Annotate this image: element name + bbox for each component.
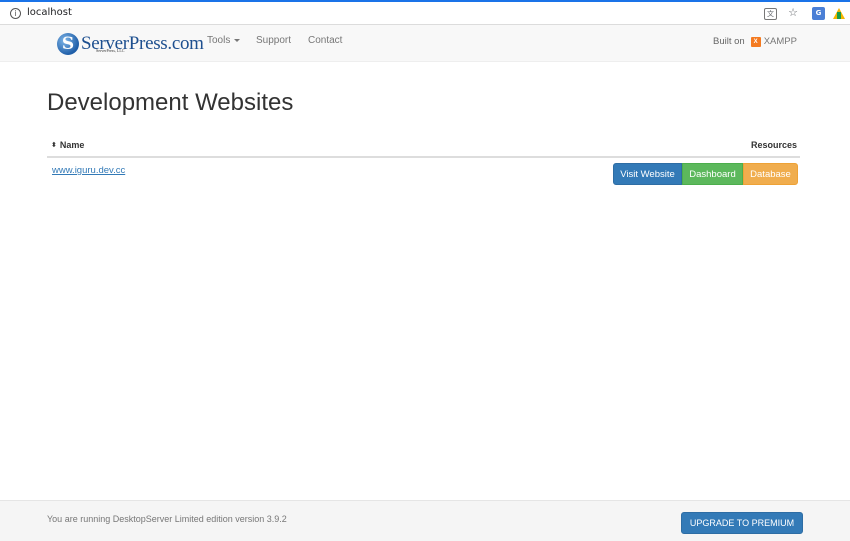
nav-tools-label: Tools bbox=[207, 35, 231, 46]
visit-website-button[interactable]: Visit Website bbox=[613, 163, 682, 185]
google-drive-icon[interactable] bbox=[833, 8, 845, 19]
table-header: ⬍ Name Resources bbox=[47, 136, 800, 158]
database-button[interactable]: Database bbox=[743, 163, 798, 185]
nav-support-link[interactable]: Support bbox=[256, 35, 291, 46]
built-on-label: Built on bbox=[713, 36, 745, 47]
info-icon[interactable]: i bbox=[10, 8, 21, 19]
google-translate-extension-icon[interactable]: G bbox=[812, 7, 825, 20]
page-title: Development Websites bbox=[47, 89, 294, 116]
site-link[interactable]: www.iguru.dev.cc bbox=[52, 165, 125, 176]
address-url[interactable]: localhost bbox=[27, 7, 72, 18]
navbar: S ServerPress.com ServerPress, LLC Tools… bbox=[0, 25, 850, 62]
column-header-resources: Resources bbox=[750, 140, 797, 150]
sort-icon: ⬍ bbox=[51, 141, 57, 149]
version-text: You are running DesktopServer Limited ed… bbox=[47, 514, 287, 524]
browser-address-bar: i localhost 文 ☆ G bbox=[0, 0, 850, 25]
nav-contact-link[interactable]: Contact bbox=[308, 35, 342, 46]
dashboard-button[interactable]: Dashboard bbox=[682, 163, 743, 185]
platform-name: XAMPP bbox=[763, 36, 797, 47]
caret-down-icon bbox=[234, 38, 241, 42]
serverpress-logo[interactable]: S ServerPress.com bbox=[57, 30, 204, 58]
star-icon[interactable]: ☆ bbox=[786, 6, 800, 20]
serverpress-logo-icon: S bbox=[57, 33, 79, 55]
footer: You are running DesktopServer Limited ed… bbox=[0, 500, 850, 541]
logo-subtext: ServerPress, LLC bbox=[96, 48, 125, 53]
resource-button-group: Visit Website Dashboard Database bbox=[613, 163, 798, 185]
column-header-name-label: Name bbox=[59, 140, 85, 150]
column-header-name[interactable]: ⬍ Name bbox=[51, 140, 84, 150]
translate-icon[interactable]: 文 bbox=[764, 8, 777, 20]
upgrade-to-premium-button[interactable]: UPGRADE TO PREMIUM bbox=[681, 512, 803, 534]
xampp-icon: X bbox=[750, 36, 761, 47]
built-on: Built on X XAMPP bbox=[713, 36, 797, 47]
nav-tools-dropdown[interactable]: Tools bbox=[207, 35, 241, 46]
